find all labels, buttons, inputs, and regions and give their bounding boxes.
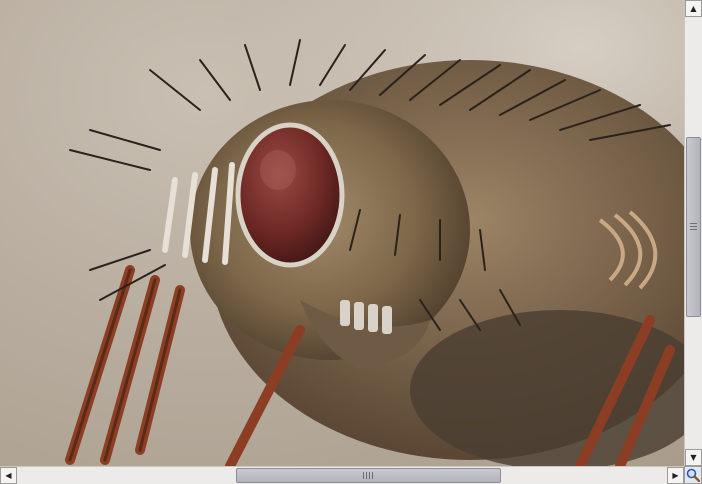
scroll-up-button[interactable]: ▲ xyxy=(685,0,702,17)
image-viewport[interactable] xyxy=(0,0,684,466)
fly-macro-image xyxy=(0,0,684,466)
horizontal-scrollbar[interactable]: ◀ ▶ xyxy=(0,466,684,484)
arrow-left-icon: ◀ xyxy=(5,470,12,480)
grip-icon xyxy=(690,223,697,231)
horizontal-scroll-thumb[interactable] xyxy=(236,468,501,483)
magnifier-icon xyxy=(686,468,700,482)
scroll-down-button[interactable]: ▼ xyxy=(685,449,702,466)
scroll-right-button[interactable]: ▶ xyxy=(667,467,684,484)
arrow-up-icon: ▲ xyxy=(690,3,697,13)
image-viewer: ▲ ▼ ◀ ▶ xyxy=(0,0,702,484)
vertical-scroll-thumb[interactable] xyxy=(686,137,701,317)
zoom-button[interactable] xyxy=(684,466,702,484)
arrow-right-icon: ▶ xyxy=(672,470,679,480)
grip-icon xyxy=(362,472,375,479)
scroll-left-button[interactable]: ◀ xyxy=(0,467,17,484)
arrow-down-icon: ▼ xyxy=(690,452,697,462)
vertical-scrollbar[interactable]: ▲ ▼ xyxy=(684,0,702,466)
